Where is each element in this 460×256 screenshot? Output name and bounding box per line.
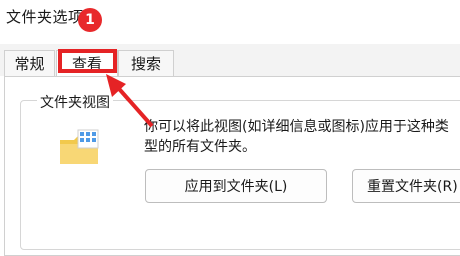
title-bar: 文件夹选项 [0, 0, 460, 45]
apply-to-folders-button[interactable]: 应用到文件夹(L) [145, 169, 327, 203]
tab-search[interactable]: 搜索 [118, 50, 174, 76]
step-badge: 1 [78, 8, 102, 32]
tab-view[interactable]: 查看 [56, 50, 118, 76]
tab-general[interactable]: 常规 [4, 50, 55, 76]
group-label: 文件夹视图 [37, 92, 113, 112]
reset-folders-button[interactable]: 重置文件夹(R) [352, 169, 460, 203]
folder-view-icon [60, 129, 99, 164]
folder-views-description: 你可以将此视图(如详细信息或图标)应用于这种类型的所有文件夹。 [144, 119, 449, 155]
window-title: 文件夹选项 [6, 8, 84, 26]
